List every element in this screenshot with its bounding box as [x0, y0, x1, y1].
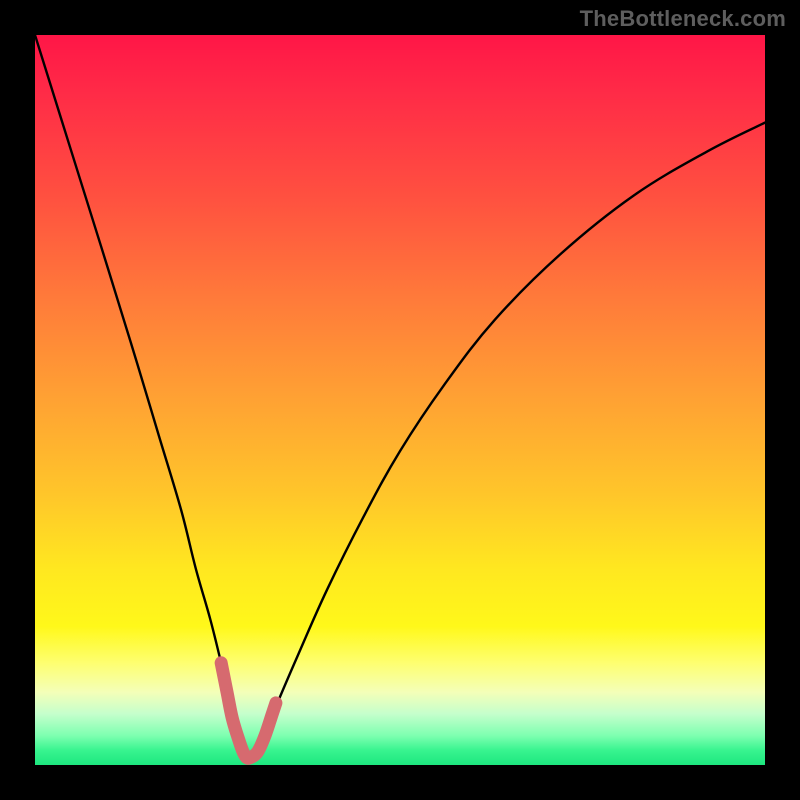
figure-frame: TheBottleneck.com [0, 0, 800, 800]
main-curve [35, 35, 765, 760]
chart-svg [35, 35, 765, 765]
watermark-text: TheBottleneck.com [580, 6, 786, 32]
valley-highlight [221, 663, 276, 759]
plot-area [35, 35, 765, 765]
